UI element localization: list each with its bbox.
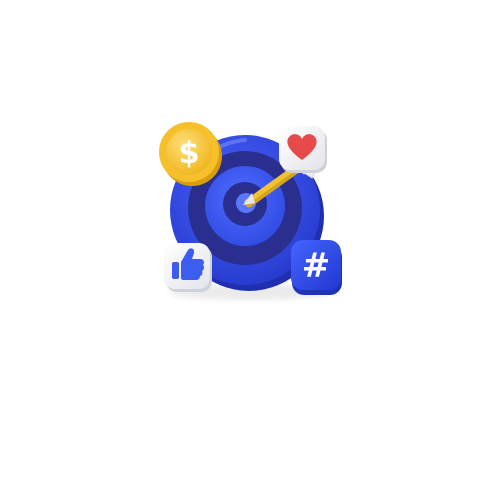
hashtag-icon: # [291,240,342,295]
thumbs-up-icon [164,243,212,292]
hashtag-symbol: # [302,246,331,286]
heart-icon [279,126,327,173]
target-marketing-illustration: $ # [159,122,342,300]
canvas: $ # [0,0,500,500]
coin-symbol: $ [179,136,200,171]
dollar-coin-icon: $ [159,122,222,186]
